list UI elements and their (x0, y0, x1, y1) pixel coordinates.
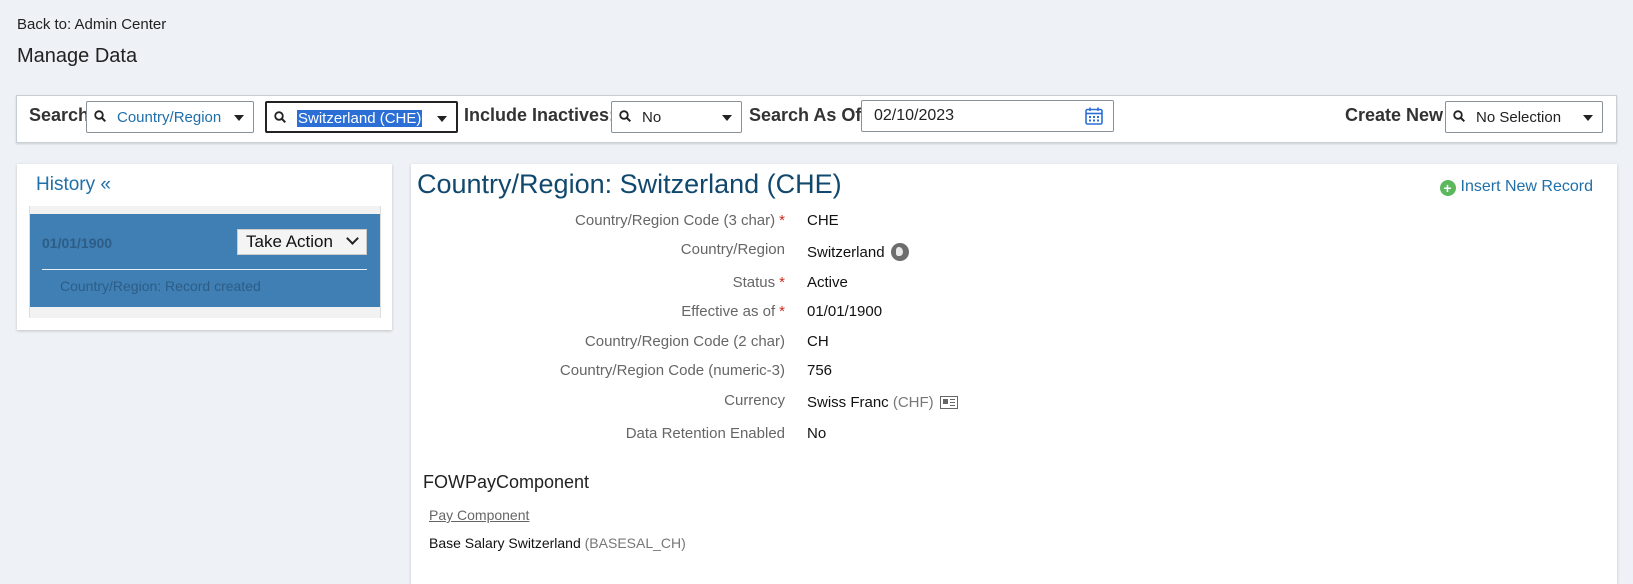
include-inactives-label: Include Inactives: (464, 105, 616, 125)
search-as-of-date-field[interactable]: 02/10/2023 (861, 100, 1114, 132)
create-new-value: No Selection (1476, 109, 1562, 126)
field-row: Currency Swiss Franc (CHF) (411, 392, 1611, 416)
field-row: Country/Region Code (3 char) * CHE (411, 212, 1611, 236)
dropdown-caret-icon[interactable] (1583, 115, 1593, 121)
field-value: Swiss Franc (CHF) (807, 394, 958, 411)
dropdown-caret-icon[interactable] (234, 115, 244, 121)
create-new-label: Create New (1345, 105, 1444, 125)
field-value: Switzerland (807, 243, 909, 261)
field-row: Country/Region Code (numeric-3) 756 (411, 362, 1611, 386)
include-inactives-value: No (642, 109, 662, 126)
business-card-icon[interactable] (939, 396, 958, 409)
create-new-select[interactable]: No Selection (1445, 101, 1603, 133)
pay-component-link[interactable]: Pay Component (429, 507, 529, 523)
field-label: Country/Region Code (numeric-3) (559, 362, 785, 379)
record-detail-panel: Country/Region: Switzerland (CHE) + Inser… (411, 164, 1617, 584)
field-label: Currency (724, 392, 785, 409)
field-label: Status * (732, 274, 785, 291)
field-value: 756 (807, 362, 833, 379)
object-value-text[interactable]: Switzerland (CHE) (297, 110, 423, 127)
field-value: No (807, 425, 827, 442)
search-as-of-label: Search As Of: (749, 105, 868, 125)
field-value: CH (807, 333, 829, 350)
field-row: Data Retention Enabled No (411, 425, 1611, 449)
include-inactives-select[interactable]: No (611, 101, 742, 133)
object-value-select[interactable]: Switzerland (CHE) (265, 101, 458, 133)
page-title: Manage Data (17, 45, 138, 67)
search-as-of-value[interactable]: 02/10/2023 (874, 107, 954, 125)
required-marker: * (779, 303, 785, 320)
required-marker: * (779, 274, 785, 291)
object-type-value: Country/Region (117, 109, 222, 126)
search-icon (274, 111, 286, 123)
pay-component-value: Base Salary Switzerland (BASESAL_CH) (429, 535, 686, 551)
record-title: Country/Region: Switzerland (CHE) (417, 169, 842, 199)
calendar-icon[interactable] (1085, 107, 1103, 125)
field-label: Effective as of * (681, 303, 785, 320)
field-row: Country/Region Switzerland (411, 241, 1611, 265)
chevron-down-icon (346, 232, 359, 245)
add-circle-icon: + (1439, 180, 1456, 196)
field-label: Data Retention Enabled (625, 425, 785, 442)
dropdown-caret-icon[interactable] (722, 115, 732, 121)
search-bar: Search Country/Region Switzerland (CHE) … (16, 95, 1617, 143)
field-value: CHE (807, 212, 839, 229)
field-value: 01/01/1900 (807, 303, 883, 320)
field-row: Country/Region Code (2 char) CH (411, 333, 1611, 357)
required-marker: * (779, 212, 785, 229)
dropdown-caret-icon[interactable] (437, 116, 447, 122)
history-toggle[interactable]: History « (36, 174, 111, 196)
history-list: 01/01/1900 Take Action Country/Region: R… (29, 206, 381, 318)
back-to-admin-center-link[interactable]: Back to: Admin Center (17, 16, 166, 33)
field-label: Country/Region Code (2 char) (584, 333, 785, 350)
history-record-note: Country/Region: Record created (60, 278, 261, 294)
search-icon (619, 110, 631, 122)
history-record-date: 01/01/1900 (42, 235, 113, 251)
search-icon (94, 110, 106, 122)
search-icon (1453, 110, 1465, 122)
history-panel: History « 01/01/1900 Take Action Country… (17, 164, 392, 330)
insert-new-record-label: Insert New Record (1460, 178, 1594, 195)
search-label: Search (29, 105, 90, 125)
take-action-button[interactable]: Take Action (237, 229, 367, 255)
globe-icon[interactable] (890, 243, 909, 261)
field-label: Country/Region Code (3 char) * (575, 212, 785, 229)
take-action-label: Take Action (246, 232, 333, 251)
object-type-select[interactable]: Country/Region (86, 101, 254, 133)
divider (42, 269, 367, 270)
field-label: Country/Region (680, 241, 785, 258)
insert-new-record-link[interactable]: + Insert New Record (1439, 178, 1594, 196)
history-record[interactable]: 01/01/1900 Take Action Country/Region: R… (30, 214, 380, 307)
field-row: Status * Active (411, 274, 1611, 298)
field-value: Active (807, 274, 848, 291)
section-title: FOWPayComponent (423, 472, 590, 492)
field-row: Effective as of * 01/01/1900 (411, 303, 1611, 327)
